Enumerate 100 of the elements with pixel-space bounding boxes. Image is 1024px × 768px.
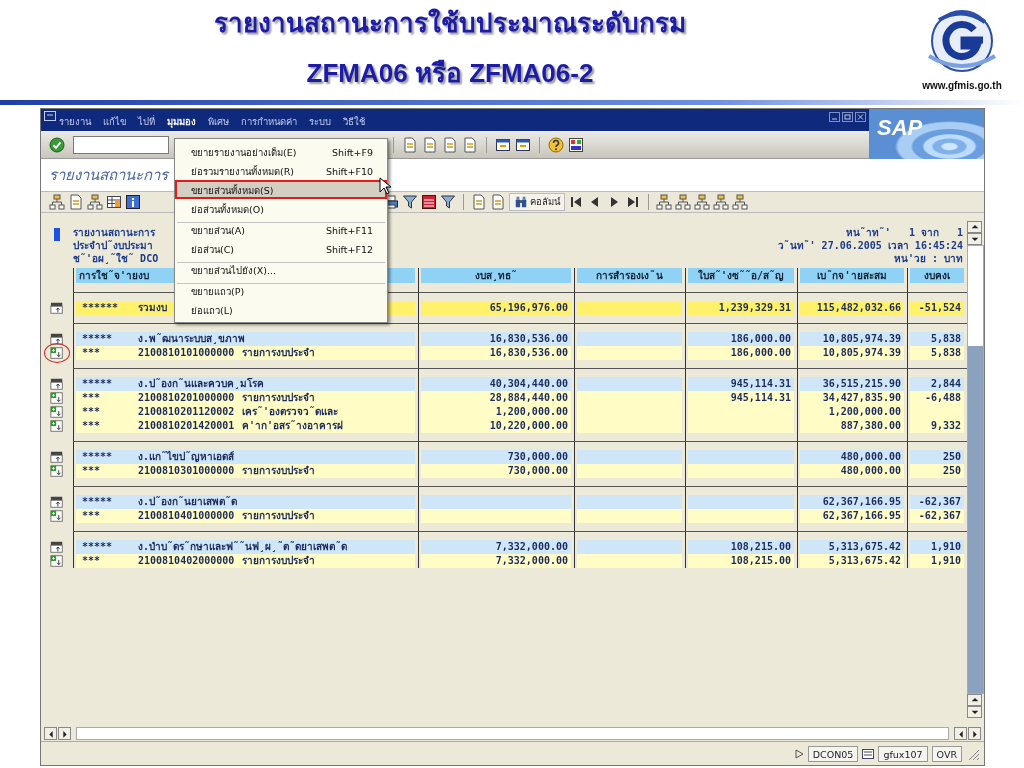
menu-option[interactable]: ขยายรายงานอย่างเต็ม(E) Shift+F9 <box>175 142 387 161</box>
menu-item[interactable]: ไปที่ <box>138 116 155 128</box>
menu-item[interactable]: พิเศษ <box>208 116 229 128</box>
collapse-node-icon[interactable] <box>50 301 64 315</box>
table-cell: 1,239,329.31 <box>688 301 794 315</box>
checkmark-icon[interactable] <box>49 136 65 153</box>
scroll-button[interactable] <box>967 221 983 233</box>
collapse-node-icon[interactable] <box>50 540 64 554</box>
menu-item[interactable]: การกำหนดค่า <box>241 116 297 128</box>
collapse-node-icon[interactable] <box>50 377 64 391</box>
account-code: 2100810201420001 <box>138 419 236 433</box>
hierarchy-icon[interactable] <box>49 194 65 210</box>
report-icon[interactable] <box>421 194 437 210</box>
row-level-marker: *** <box>82 391 102 405</box>
scroll-button[interactable] <box>967 706 983 718</box>
row-level-marker: ***** <box>82 377 114 391</box>
scroll-button[interactable] <box>967 233 983 245</box>
report-header-text: หน˜าท˜' 1 จาก 1 <box>845 226 964 239</box>
table-cell: 9,332 <box>910 419 964 433</box>
menu-item[interactable]: วิธีใช้ <box>343 116 365 128</box>
collapse-node-icon[interactable] <box>50 495 64 509</box>
document-icon[interactable] <box>442 136 458 153</box>
document-icon[interactable] <box>68 194 84 210</box>
menu-option[interactable]: ขยายส่วนทั้งหมด(S) <box>175 180 387 199</box>
hierarchy-icon[interactable] <box>656 194 672 210</box>
menu-item[interactable]: มุมมอง <box>167 116 196 128</box>
filter-icon[interactable] <box>402 194 418 210</box>
collapse-node-icon[interactable] <box>50 332 64 346</box>
mode-field: OVR <box>931 745 962 762</box>
hierarchy-icon[interactable] <box>713 194 729 210</box>
scroll-button[interactable] <box>968 727 981 740</box>
expand-node-icon[interactable] <box>50 554 64 568</box>
table-cell: 115,482,032.66 <box>800 301 904 315</box>
menu-option[interactable]: ย่อส่วน(C) Shift+F12 <box>175 239 387 258</box>
window-icon[interactable] <box>495 136 511 153</box>
expand-node-icon[interactable] <box>50 464 64 478</box>
table-cell: 480,000.00 <box>800 464 904 478</box>
table-cell: 186,000.00 <box>688 346 794 360</box>
hierarchy-icon[interactable] <box>675 194 691 210</box>
menu-option[interactable]: ย่อแถว(L) <box>175 300 387 319</box>
first-page-icon[interactable] <box>568 194 584 210</box>
menu-option[interactable]: ขยายส่วน(A) Shift+F11 <box>175 220 387 239</box>
menu-item[interactable]: ระบบ <box>309 116 331 128</box>
window-icon[interactable] <box>515 136 531 153</box>
scroll-button[interactable] <box>967 694 983 706</box>
row-label: ง.พ˜ฒนาระบบส¸ขภาพ <box>138 332 246 346</box>
maximize-icon[interactable] <box>842 112 853 122</box>
expand-node-icon[interactable] <box>50 346 64 360</box>
table-cell: 16,830,536.00 <box>421 332 571 346</box>
window-menu-icon[interactable] <box>44 111 56 121</box>
table-cell: 186,000.00 <box>688 332 794 346</box>
table-cell: -6,488 <box>910 391 964 405</box>
document-icon[interactable] <box>462 136 478 153</box>
column-button[interactable]: คอลัมน์ <box>509 193 565 211</box>
document-icon[interactable] <box>402 136 418 153</box>
table-cell: 1,200,000.00 <box>800 405 904 419</box>
table-cell: 10,805,974.39 <box>800 346 904 360</box>
expand-node-icon[interactable] <box>50 391 64 405</box>
hierarchy-icon[interactable] <box>732 194 748 210</box>
info-icon[interactable] <box>125 194 141 210</box>
table-cell: 36,515,215.90 <box>800 377 904 391</box>
column-header: เบ˜กจ'ายสะสม <box>800 268 904 283</box>
menu-option[interactable]: ขยายแถว(P) <box>175 281 387 300</box>
report-header-text: ประจำป˜งบประมา <box>73 239 155 252</box>
minimize-icon[interactable] <box>829 112 840 122</box>
last-page-icon[interactable] <box>625 194 641 210</box>
menu-item[interactable]: รายงาน <box>59 116 91 128</box>
row-label: เคร˜'องตรวจว˜ดและ <box>242 405 339 419</box>
close-icon[interactable] <box>855 112 866 122</box>
row-label: ง.แก˜ไขป˜ญหาเอดส์ <box>138 450 235 464</box>
filter-icon[interactable] <box>440 194 456 210</box>
expand-node-icon[interactable] <box>50 405 64 419</box>
expand-node-icon[interactable] <box>50 509 64 523</box>
row-level-marker: ****** <box>82 301 120 315</box>
menu-option[interactable]: ย่อรวมรายงานทั้งหมด(R) Shift+F10 <box>175 161 387 180</box>
website-link[interactable]: www.gfmis.go.th <box>922 78 1002 93</box>
hierarchy-icon[interactable] <box>87 194 103 210</box>
menu-item[interactable]: แก้ไข <box>103 116 126 128</box>
table-cell: 5,838 <box>910 346 964 360</box>
triangle-icon[interactable] <box>793 748 804 759</box>
document-icon[interactable] <box>490 194 506 210</box>
help-icon[interactable] <box>548 136 564 153</box>
slide-title: รายงานสถานะการใช้บประมาณระดับกรม <box>214 7 686 40</box>
document-icon[interactable] <box>422 136 438 153</box>
hierarchy-icon[interactable] <box>694 194 710 210</box>
document-icon[interactable] <box>471 194 487 210</box>
scroll-button[interactable] <box>44 727 57 740</box>
scroll-button[interactable] <box>954 727 967 740</box>
option-label: ย่อแถว(L) <box>191 304 233 317</box>
table-icon[interactable] <box>106 194 122 210</box>
command-field[interactable] <box>73 135 169 154</box>
row-level-marker: *** <box>82 464 102 478</box>
expand-node-icon[interactable] <box>50 419 64 433</box>
scroll-button[interactable] <box>58 727 71 740</box>
table-cell: 5,838 <box>910 332 964 346</box>
row-level-marker: ***** <box>82 332 114 346</box>
collapse-node-icon[interactable] <box>50 450 64 464</box>
menu-option[interactable]: ย่อส่วนทั้งหมด(O) <box>175 199 387 218</box>
report-header-text: ช˜'อผ¸˜ใช˜ DCO <box>73 252 159 265</box>
layout-icon[interactable] <box>568 136 584 153</box>
